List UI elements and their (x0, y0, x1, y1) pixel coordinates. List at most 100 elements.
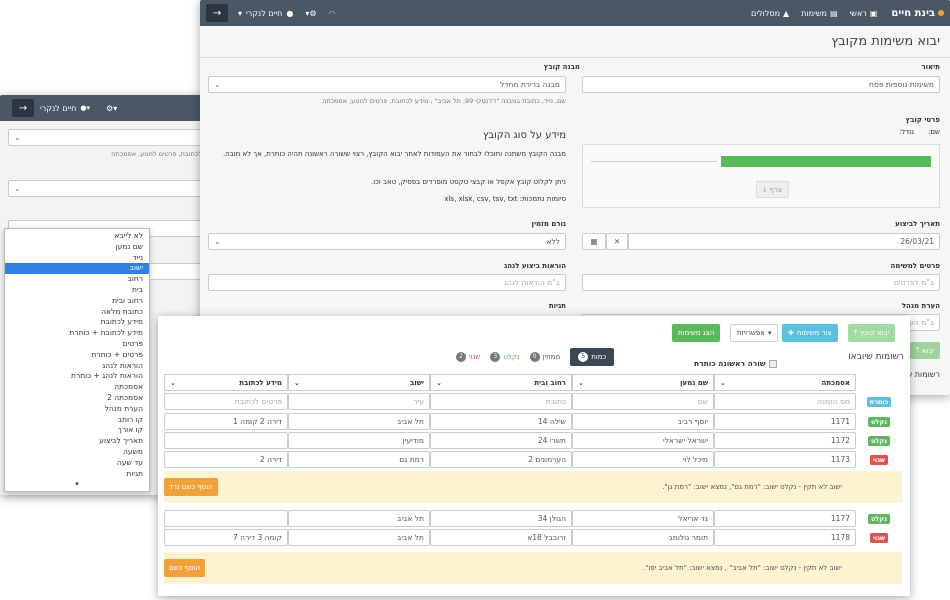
back-select-1[interactable]: ⌄ (8, 129, 210, 146)
dropdown-option[interactable]: מידע לכתובת (5, 317, 149, 328)
cell[interactable]: מיכל לוי (572, 451, 714, 468)
dropdown-option[interactable]: כתובת מלאה (5, 307, 149, 318)
cell[interactable]: תל אביב (288, 413, 430, 430)
cell[interactable] (164, 432, 288, 449)
clear-date-button[interactable]: ✕ (606, 233, 628, 250)
cell[interactable]: הגולן 34 (430, 510, 572, 527)
brand[interactable]: בינת חיים (891, 8, 944, 19)
nav-tasks[interactable]: ▤ משימות (801, 9, 837, 18)
col-header-1[interactable]: שם נמען ⌄ (572, 374, 714, 391)
wifi-icon[interactable]: ◠ (329, 9, 336, 18)
import-file-label: יבוא קובץ (860, 329, 890, 337)
description-input[interactable]: משימות נוספות פסח (582, 76, 940, 93)
exec-date-input[interactable]: 26/03/21 (628, 233, 940, 250)
show-tasks-button[interactable]: הצג משימות (672, 324, 721, 342)
dropdown-option[interactable]: שם נמען (5, 242, 149, 253)
gear-icon[interactable]: ⚙▾ (305, 9, 316, 18)
create-tasks-button[interactable]: ✚ צור משימות (782, 324, 838, 342)
dropdown-option[interactable]: הוראות לנהג + כותרת (5, 371, 149, 382)
column-type-dropdown[interactable]: לא לייבא שם נמען נייד ישוב רחוב בית רחוב ובית כ… (4, 228, 150, 492)
file-dropzone[interactable]: ⤓ צרף (582, 144, 940, 208)
cell[interactable]: שילה 14 (430, 413, 572, 430)
col-header-2[interactable]: רחוב ובית ⌄ (430, 374, 572, 391)
dropdown-option[interactable]: אסמכתה (5, 382, 149, 393)
dropdown-option[interactable]: עד שעה (5, 458, 149, 469)
options-label: אפשרויות (737, 329, 765, 337)
tags-label: תגיות (548, 302, 566, 310)
dropdown-option[interactable]: פרטים + כותרת (5, 350, 149, 361)
dropdown-option[interactable]: לא לייבא (5, 231, 149, 242)
dropdown-option[interactable]: תאריך לביצוע (5, 436, 149, 447)
tab-pending[interactable]: ממתין 0 (529, 352, 560, 362)
cell[interactable]: רמת גם (288, 451, 430, 468)
cell[interactable]: תומר גולומב (572, 529, 714, 546)
options-button[interactable]: אפשרויות ▾ (730, 324, 779, 342)
dropdown-option[interactable]: נייד (5, 253, 149, 264)
gear-icon[interactable]: ⚙▾ (106, 104, 117, 113)
cell[interactable]: דירה 2 (164, 451, 288, 468)
nav-routes[interactable]: ▲ מסלולים (751, 9, 789, 18)
first-row-header-checkbox[interactable]: שורה ראשונה כותרת (694, 359, 777, 368)
tab-received-num: 3 (490, 352, 501, 362)
back-arrow-button[interactable]: → (12, 99, 34, 117)
cell[interactable]: 1177 (714, 510, 856, 527)
cell[interactable] (164, 510, 288, 527)
cell[interactable]: 1173 (714, 451, 856, 468)
cell[interactable]: גד אריאל (572, 510, 714, 527)
cell[interactable]: תשרי 24 (430, 432, 572, 449)
nav-home[interactable]: ▣ ראשי (850, 9, 878, 18)
back-user-name[interactable]: חיים לנקרי (40, 104, 76, 113)
tab-received[interactable]: נקלט 3 (490, 352, 520, 362)
dropdown-option[interactable]: משעה (5, 447, 149, 458)
cell[interactable]: תל אביב (288, 529, 430, 546)
calendar-icon[interactable]: ▦ (582, 233, 606, 250)
cell[interactable]: 1172 (714, 432, 856, 449)
add-as-name-button[interactable]: הוסף כשם (164, 559, 206, 577)
add-as-name-button[interactable]: הוסף כשם נרד (164, 478, 218, 496)
cell[interactable]: 1178 (714, 529, 856, 546)
attach-button[interactable]: ⤓ צרף (756, 181, 789, 198)
dropdown-option[interactable]: מידע לכתובת + כותרת (5, 328, 149, 339)
col-header-0[interactable]: אסמכתה ⌄ (714, 374, 856, 391)
dropdown-option[interactable]: ישוב (5, 263, 149, 275)
dropdown-option[interactable]: קו אורך (5, 425, 149, 436)
task-details-label: פרטים למשימה (890, 262, 941, 270)
dropdown-option[interactable]: הוראות לנהג (5, 361, 149, 372)
col-header-4[interactable]: מידע לכתובת ⌄ (164, 374, 288, 391)
dropdown-option[interactable]: תגיות (5, 469, 149, 480)
dropdown-option[interactable]: אסמכתה 2 (5, 393, 149, 404)
orderer-select[interactable]: ללא ⌄ (208, 233, 566, 250)
dropdown-option[interactable]: קו רוחב (5, 415, 149, 426)
file-size-label: גודל: (899, 128, 915, 136)
scroll-down-icon[interactable]: ▾ (5, 479, 149, 490)
cell[interactable]: זרובבל 18א (430, 529, 572, 546)
cell[interactable]: יוסף רביב (572, 413, 714, 430)
cell[interactable]: מודיעין (288, 432, 430, 449)
import-button[interactable]: ⤒ יבוא (909, 342, 940, 359)
tab-received-label: נקלט (503, 353, 520, 361)
tab-count[interactable]: כמות 5 (570, 348, 615, 366)
cell[interactable]: 1171 (714, 413, 856, 430)
back-select-2[interactable]: ⌄ (8, 180, 210, 197)
col-header-3[interactable]: ישוב ⌄ (288, 374, 430, 391)
cell[interactable]: ישראל ישראלי (572, 432, 714, 449)
file-structure-value: מבנה ברירת מחדל (500, 80, 560, 89)
arrow-button[interactable]: → (206, 4, 228, 22)
cell[interactable]: תל אביב (288, 510, 430, 527)
cell[interactable]: הערמונים 2 (430, 451, 572, 468)
dropdown-option[interactable]: הערת מנהל (5, 404, 149, 415)
user-menu[interactable]: ● חיים לנקרי ▾ (238, 9, 293, 18)
dropdown-option[interactable]: רחוב (5, 274, 149, 285)
cell[interactable]: דירה 2 קומה 1 (164, 413, 288, 430)
task-details-input[interactable]: ב"מ לפרטים (582, 274, 940, 291)
tab-error[interactable]: שגוי 2 (456, 352, 480, 362)
import-file-button[interactable]: ⤒ יבוא קובץ (848, 324, 896, 342)
table-row: נקלט 1172 ישראל ישראלי תשרי 24 מודיעין (164, 431, 902, 450)
dropdown-option[interactable]: בית (5, 285, 149, 296)
driver-instructions-input[interactable]: ב"מ הוראות לנהג (208, 274, 566, 291)
cell[interactable]: קומה 3 דירה 7 (164, 529, 288, 546)
dropdown-option[interactable]: פרטים✓ (5, 339, 149, 350)
file-structure-select[interactable]: מבנה ברירת מחדל ⌄ (208, 76, 566, 93)
back-navbar: → חיים לנקרי ●▾ ⚙▾ (0, 95, 210, 121)
dropdown-option[interactable]: רחוב ובית (5, 296, 149, 307)
